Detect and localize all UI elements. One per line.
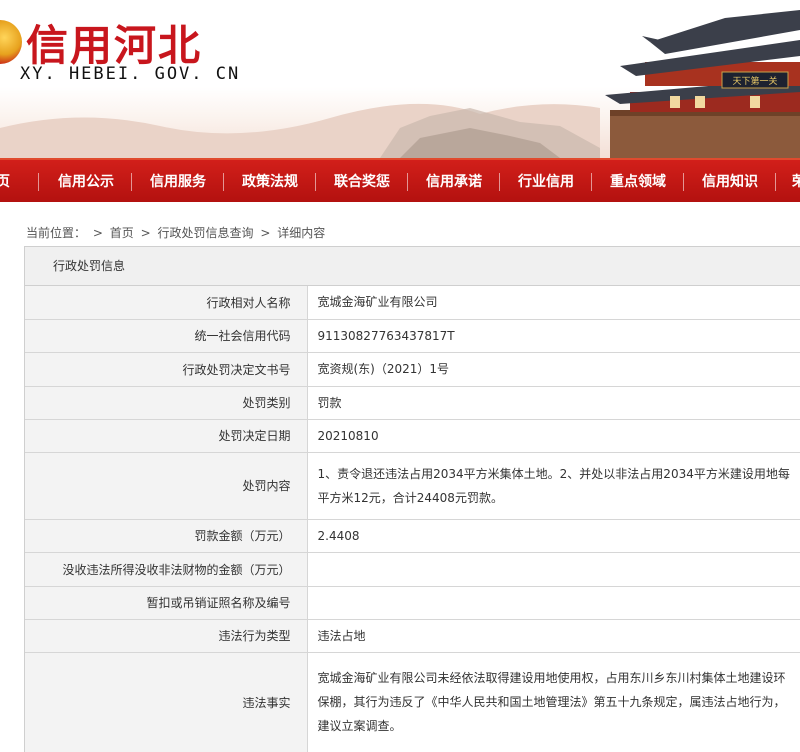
nav-separator [591,173,592,191]
breadcrumb: 当前位置： > 首页 > 行政处罚信息查询 > 详细内容 [26,224,328,241]
nav-item-industry-credit[interactable]: 行业信用 [518,160,574,204]
field-value: 宽城金海矿业有限公司 [307,286,800,320]
breadcrumb-separator: > [260,226,271,240]
field-value: 罚款 [307,386,800,420]
breadcrumb-separator: > [92,226,103,240]
table-row: 处罚类别 罚款 [25,386,800,420]
penalty-detail-panel: 行政处罚信息 行政相对人名称 宽城金海矿业有限公司 统一社会信用代码 91130… [24,246,800,752]
main-nav: 页 信用公示 信用服务 政策法规 联合奖惩 信用承诺 行业信用 重点领域 信用知… [0,158,800,202]
field-label: 暂扣或吊销证照名称及编号 [25,586,308,620]
nav-separator [499,173,500,191]
nav-item-reward-punish[interactable]: 联合奖惩 [334,160,390,204]
table-row: 处罚决定日期 20210810 [25,419,800,453]
nav-item-home[interactable]: 页 [0,160,10,204]
nav-separator [315,173,316,191]
nav-item-credit-disclosure[interactable]: 信用公示 [58,160,114,204]
table-row: 暂扣或吊销证照名称及编号 [25,586,800,620]
nav-item-policy[interactable]: 政策法规 [242,160,298,204]
field-value: 2.4408 [307,519,800,553]
nav-item-more[interactable]: 荣 [792,160,800,204]
table-row: 没收违法所得没收非法财物的金额（万元） [25,552,800,587]
table-row: 罚款金额（万元） 2.4408 [25,519,800,553]
breadcrumb-separator: > [140,226,151,240]
nav-separator [775,173,776,191]
table-row: 违法事实 宽城金海矿业有限公司未经依法取得建设用地使用权，占用东川乡东川村集体土… [25,652,800,752]
table-row: 行政处罚决定文书号 宽资规(东)（2021）1号 [25,352,800,387]
breadcrumb-query-link[interactable]: 行政处罚信息查询 [157,226,253,240]
field-value: 20210810 [307,419,800,453]
site-header: 信用河北 XY. HEBEI. GOV. CN 天下第一关 [0,0,800,158]
field-label: 罚款金额（万元） [25,519,308,553]
nav-item-credit-knowledge[interactable]: 信用知识 [702,160,758,204]
field-label: 处罚类别 [25,386,308,420]
field-value: 91130827763437817T [307,319,800,353]
breadcrumb-current: 详细内容 [277,226,326,240]
nav-item-key-areas[interactable]: 重点领域 [610,160,666,204]
field-label: 没收违法所得没收非法财物的金额（万元） [25,552,308,587]
nav-separator [407,173,408,191]
field-label: 违法行为类型 [25,619,308,653]
logo-emblem-icon [0,20,22,64]
field-value [307,586,800,620]
field-label: 违法事实 [25,652,308,752]
nav-separator [683,173,684,191]
field-value: 宽城金海矿业有限公司未经依法取得建设用地使用权，占用东川乡东川村集体土地建设环保… [307,652,800,752]
nav-item-credit-service[interactable]: 信用服务 [150,160,206,204]
panel-title: 行政处罚信息 [25,247,800,286]
field-label: 处罚决定日期 [25,419,308,453]
breadcrumb-prefix: 当前位置： [26,226,87,240]
table-row: 统一社会信用代码 91130827763437817T [25,319,800,353]
field-value: 违法占地 [307,619,800,653]
table-row: 处罚内容 1、责令退还违法占用2034平方米集体土地。2、并处以非法占用2034… [25,452,800,520]
nav-separator [131,173,132,191]
nav-separator [223,173,224,191]
nav-item-credit-commitment[interactable]: 信用承诺 [426,160,482,204]
field-value: 1、责令退还违法占用2034平方米集体土地。2、并处以非法占用2034平方米建设… [307,452,800,520]
nav-separator [38,173,39,191]
breadcrumb-home-link[interactable]: 首页 [110,226,134,240]
table-row: 行政相对人名称 宽城金海矿业有限公司 [25,286,800,320]
field-label: 统一社会信用代码 [25,319,308,353]
field-value: 宽资规(东)（2021）1号 [307,352,800,387]
svg-text:天下第一关: 天下第一关 [732,75,777,87]
penalty-detail-table: 行政相对人名称 宽城金海矿业有限公司 统一社会信用代码 911308277634… [25,286,800,752]
field-label: 行政相对人名称 [25,286,308,320]
great-wall-gate-illustration: 天下第一关 [605,10,800,158]
field-label: 行政处罚决定文书号 [25,352,308,387]
field-value [307,552,800,587]
site-domain: XY. HEBEI. GOV. CN [20,64,241,84]
table-row: 违法行为类型 违法占地 [25,619,800,653]
field-label: 处罚内容 [25,452,308,520]
